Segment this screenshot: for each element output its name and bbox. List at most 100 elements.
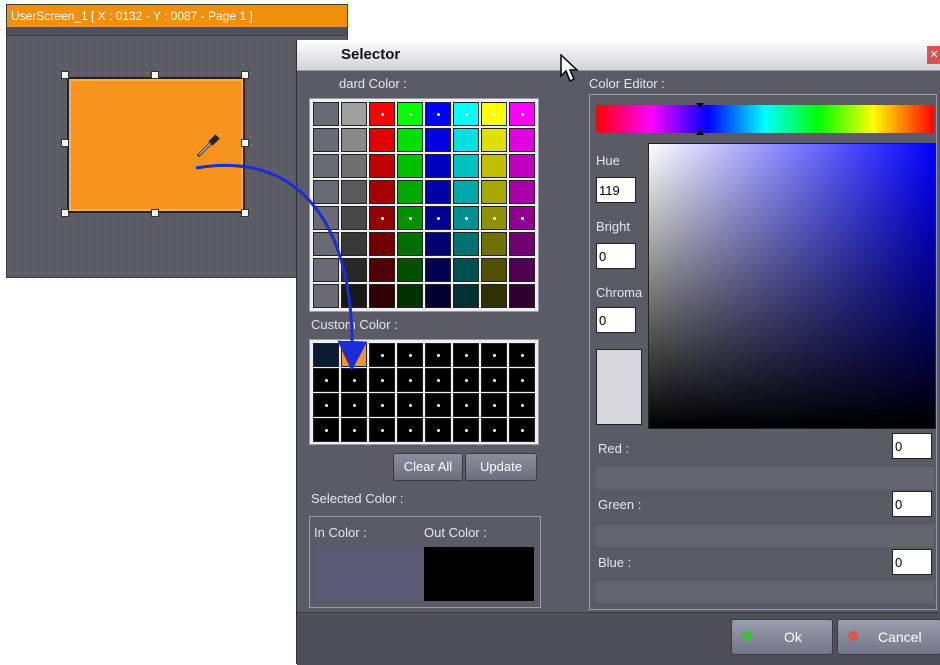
standard-color-swatch[interactable]: [481, 284, 507, 308]
custom-color-swatch[interactable]: [481, 418, 507, 442]
out-color-swatch[interactable]: [424, 547, 534, 601]
standard-color-swatch[interactable]: [341, 102, 367, 126]
standard-color-swatch[interactable]: [313, 128, 339, 152]
standard-color-swatch[interactable]: [509, 102, 535, 126]
standard-color-swatch[interactable]: [369, 206, 395, 230]
standard-color-swatch[interactable]: [369, 128, 395, 152]
standard-color-swatch[interactable]: [341, 154, 367, 178]
standard-color-swatch[interactable]: [397, 206, 423, 230]
standard-color-swatch[interactable]: [341, 284, 367, 308]
custom-color-swatch[interactable]: [341, 393, 367, 417]
custom-color-swatch[interactable]: [509, 343, 535, 367]
custom-color-swatch[interactable]: [453, 343, 479, 367]
standard-color-swatch[interactable]: [369, 154, 395, 178]
custom-color-swatch[interactable]: [453, 368, 479, 392]
standard-color-swatch[interactable]: [425, 258, 451, 282]
custom-color-swatch[interactable]: [509, 368, 535, 392]
standard-color-swatch[interactable]: [397, 284, 423, 308]
standard-color-swatch[interactable]: [313, 180, 339, 204]
cancel-button[interactable]: Cancel: [837, 619, 940, 655]
hue-marker-icon[interactable]: [696, 103, 704, 135]
standard-color-swatch[interactable]: [481, 154, 507, 178]
standard-color-swatch[interactable]: [425, 102, 451, 126]
custom-color-swatch[interactable]: [369, 368, 395, 392]
custom-color-swatch[interactable]: [313, 343, 339, 367]
custom-color-swatch[interactable]: [481, 393, 507, 417]
blue-slider[interactable]: [596, 581, 934, 603]
in-color-swatch[interactable]: [314, 547, 424, 601]
standard-color-swatch[interactable]: [509, 284, 535, 308]
standard-color-swatch[interactable]: [397, 180, 423, 204]
standard-color-swatch[interactable]: [425, 180, 451, 204]
custom-color-swatch[interactable]: [481, 343, 507, 367]
standard-color-swatch[interactable]: [509, 180, 535, 204]
standard-color-swatch[interactable]: [397, 102, 423, 126]
standard-color-swatch[interactable]: [509, 128, 535, 152]
standard-color-swatch[interactable]: [369, 232, 395, 256]
custom-color-swatch[interactable]: [509, 418, 535, 442]
dialog-titlebar[interactable]: Selector ✕: [297, 40, 940, 71]
resize-handle[interactable]: [61, 139, 69, 147]
ok-button[interactable]: Ok: [731, 619, 833, 655]
custom-color-swatch[interactable]: [369, 418, 395, 442]
standard-color-swatch[interactable]: [313, 154, 339, 178]
custom-color-swatch[interactable]: [397, 418, 423, 442]
resize-handle[interactable]: [241, 139, 249, 147]
standard-color-swatch[interactable]: [425, 284, 451, 308]
standard-color-swatch[interactable]: [397, 128, 423, 152]
custom-color-swatch[interactable]: [397, 393, 423, 417]
custom-color-swatch[interactable]: [397, 343, 423, 367]
resize-handle[interactable]: [241, 71, 249, 79]
custom-color-swatch[interactable]: [453, 418, 479, 442]
standard-color-swatch[interactable]: [481, 128, 507, 152]
standard-color-swatch[interactable]: [425, 128, 451, 152]
custom-color-swatch[interactable]: [425, 368, 451, 392]
custom-color-swatch[interactable]: [369, 393, 395, 417]
red-slider[interactable]: [596, 467, 934, 489]
standard-color-swatch[interactable]: [341, 128, 367, 152]
green-slider[interactable]: [596, 525, 934, 547]
custom-color-swatch[interactable]: [397, 368, 423, 392]
standard-color-swatch[interactable]: [509, 154, 535, 178]
resize-handle[interactable]: [241, 209, 249, 217]
standard-color-swatch[interactable]: [369, 180, 395, 204]
standard-color-swatch[interactable]: [341, 206, 367, 230]
standard-color-swatch[interactable]: [453, 206, 479, 230]
resize-handle[interactable]: [151, 209, 159, 217]
standard-color-swatch[interactable]: [313, 102, 339, 126]
blue-input[interactable]: [892, 549, 932, 575]
green-input[interactable]: [892, 491, 932, 517]
standard-color-swatch[interactable]: [397, 154, 423, 178]
standard-color-swatch[interactable]: [369, 102, 395, 126]
clear-all-button[interactable]: Clear All: [393, 453, 463, 481]
custom-color-swatch[interactable]: [341, 418, 367, 442]
hue-input[interactable]: [596, 177, 636, 203]
standard-color-swatch[interactable]: [313, 206, 339, 230]
red-input[interactable]: [892, 433, 932, 459]
update-button[interactable]: Update: [465, 453, 537, 481]
standard-color-swatch[interactable]: [341, 232, 367, 256]
resize-handle[interactable]: [151, 71, 159, 79]
standard-color-swatch[interactable]: [313, 258, 339, 282]
custom-color-swatch[interactable]: [313, 418, 339, 442]
standard-color-swatch[interactable]: [425, 206, 451, 230]
close-icon[interactable]: ✕: [927, 46, 940, 64]
bright-input[interactable]: [596, 243, 636, 269]
standard-color-swatch[interactable]: [397, 258, 423, 282]
standard-color-swatch[interactable]: [397, 232, 423, 256]
standard-color-swatch[interactable]: [509, 232, 535, 256]
standard-color-swatch[interactable]: [341, 258, 367, 282]
standard-color-swatch[interactable]: [481, 232, 507, 256]
standard-color-swatch[interactable]: [453, 180, 479, 204]
custom-color-swatch[interactable]: [453, 393, 479, 417]
standard-color-swatch[interactable]: [425, 232, 451, 256]
hue-spectrum-bar[interactable]: [596, 105, 934, 133]
custom-color-swatch[interactable]: [425, 393, 451, 417]
standard-color-swatch[interactable]: [481, 206, 507, 230]
standard-color-swatch[interactable]: [481, 258, 507, 282]
saturation-brightness-picker[interactable]: [648, 143, 936, 429]
standard-color-swatch[interactable]: [509, 258, 535, 282]
standard-color-swatch[interactable]: [453, 284, 479, 308]
custom-color-swatch[interactable]: [313, 393, 339, 417]
standard-color-swatch[interactable]: [313, 284, 339, 308]
